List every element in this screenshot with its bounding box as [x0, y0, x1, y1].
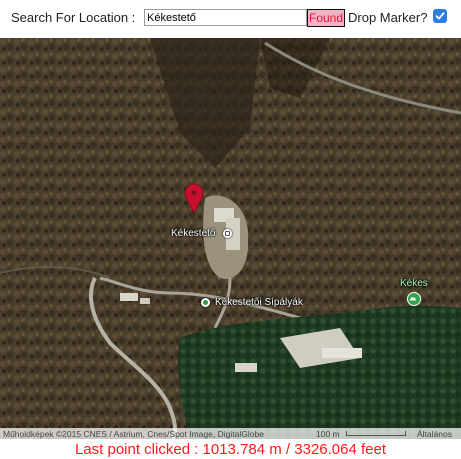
terms-link[interactable]: Általános: [417, 428, 452, 440]
imagery-credit: Műholdképek ©2015 CNES / Astrium, Cnes/S…: [3, 429, 264, 439]
location-search-input[interactable]: [144, 9, 307, 26]
summit-label[interactable]: Kékestető: [171, 228, 215, 239]
scale-label: 100 m: [316, 429, 340, 439]
ski-slope-poi-icon[interactable]: [201, 298, 210, 307]
peak-label[interactable]: Kékes: [400, 278, 428, 289]
last-click-status: Last point clicked : 1013.784 m / 3326.0…: [74, 441, 387, 458]
peak-icon[interactable]: [407, 292, 421, 306]
drop-marker-label: Drop Marker?: [348, 10, 428, 25]
ski-slope-label[interactable]: Kékestetői Sípályák: [215, 297, 303, 308]
mountain-icon: [409, 296, 417, 301]
map-attribution-bar: Műholdképek ©2015 CNES / Astrium, Cnes/S…: [0, 428, 461, 440]
search-toolbar: Search For Location : Found Drop Marker?: [0, 0, 461, 36]
scale-bar: [346, 431, 406, 436]
found-button[interactable]: Found: [307, 9, 346, 27]
satellite-imagery: [0, 38, 461, 439]
checkmark-icon: [435, 12, 445, 20]
drop-marker-checkbox[interactable]: [433, 9, 447, 23]
summit-poi-icon[interactable]: [223, 229, 232, 238]
satellite-map[interactable]: Kékestető Kékestetői Sípályák Kékes: [0, 38, 461, 439]
search-label: Search For Location :: [11, 10, 136, 25]
